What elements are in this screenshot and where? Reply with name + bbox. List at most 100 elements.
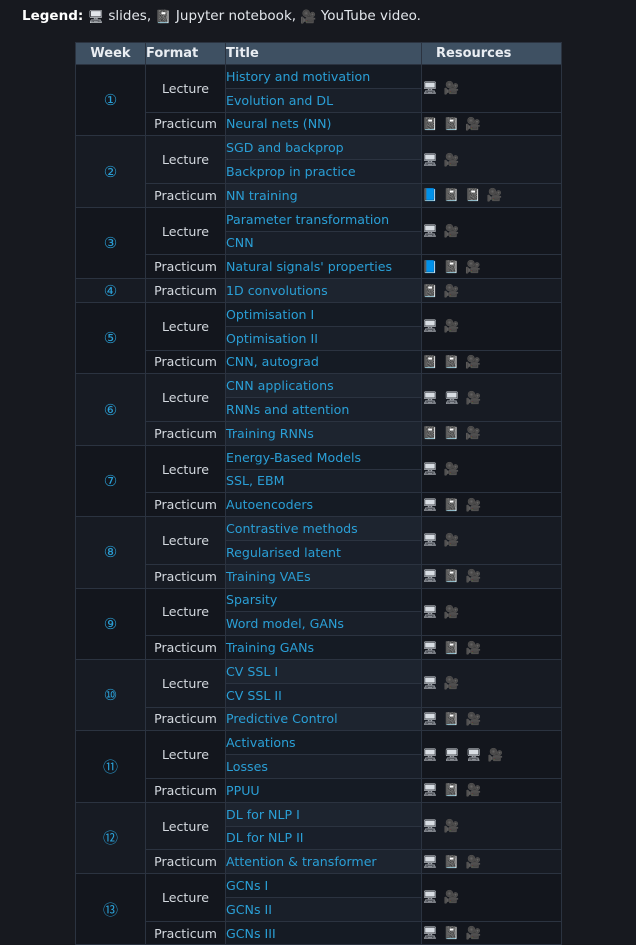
youtube-video-icon[interactable]: 🎥 <box>465 116 481 132</box>
title-link[interactable]: CV SSL I <box>226 664 278 679</box>
title-link[interactable]: GCNs III <box>226 926 276 941</box>
jupyter-notebook-icon[interactable]: 📓 <box>422 283 438 299</box>
jupyter-notebook-icon[interactable]: 📓 <box>444 640 460 656</box>
jupyter-notebook-icon[interactable]: 📓 <box>444 782 460 798</box>
jupyter-notebook-icon[interactable]: 📓 <box>422 116 438 132</box>
title-cell[interactable]: Optimisation II <box>225 325 422 351</box>
title-cell[interactable]: CV SSL II <box>225 682 422 708</box>
slides-icon[interactable]: 🖥 <box>422 711 438 727</box>
youtube-video-icon[interactable]: 🎥 <box>465 925 481 941</box>
title-cell[interactable]: Predictive Control <box>225 706 422 732</box>
youtube-video-icon[interactable]: 🎥 <box>444 889 460 905</box>
title-cell[interactable]: History and motivation <box>225 64 422 89</box>
title-cell[interactable]: Activations <box>225 730 422 756</box>
youtube-video-icon[interactable]: 🎥 <box>444 318 460 334</box>
slides-icon[interactable]: 🖥 <box>422 889 438 905</box>
title-link[interactable]: Backprop in practice <box>226 164 356 179</box>
slides-icon[interactable]: 🖥 <box>422 675 438 691</box>
jupyter-notebook-icon[interactable]: 📓 <box>444 116 460 132</box>
slides-icon[interactable]: 🖥 <box>422 818 438 834</box>
youtube-video-icon[interactable]: 🎥 <box>444 461 460 477</box>
title-cell[interactable]: Contrastive methods <box>225 516 422 541</box>
title-link[interactable]: Losses <box>226 759 268 774</box>
youtube-video-icon[interactable]: 🎥 <box>465 640 481 656</box>
jupyter-notebook-icon[interactable]: 📓 <box>422 354 438 370</box>
jupyter-notebook-icon[interactable]: 📓 <box>444 854 460 870</box>
title-link[interactable]: Training RNNs <box>226 426 314 441</box>
title-link[interactable]: History and motivation <box>226 69 370 84</box>
title-link[interactable]: Attention & transformer <box>226 854 377 869</box>
title-link[interactable]: CNN applications <box>226 378 334 393</box>
title-link[interactable]: Sparsity <box>226 592 277 607</box>
title-link[interactable]: Contrastive methods <box>226 521 358 536</box>
youtube-video-icon[interactable]: 🎥 <box>465 354 481 370</box>
jupyter-notebook-icon[interactable]: 📓 <box>465 187 481 203</box>
slides-icon[interactable]: 🖥 <box>422 318 438 334</box>
jupyter-notebook-icon[interactable]: 📘 <box>422 259 438 275</box>
title-cell[interactable]: Attention & transformer <box>225 849 422 875</box>
jupyter-notebook-icon[interactable]: 📘 <box>422 187 438 203</box>
jupyter-notebook-icon[interactable]: 📓 <box>444 497 460 513</box>
title-cell[interactable]: NN training <box>225 182 422 208</box>
youtube-video-icon[interactable]: 🎥 <box>465 568 481 584</box>
title-cell[interactable]: Regularised latent <box>225 539 422 565</box>
youtube-video-icon[interactable]: 🎥 <box>465 854 481 870</box>
title-cell[interactable]: Neural nets (NN) <box>225 111 422 137</box>
jupyter-notebook-icon[interactable]: 📓 <box>444 425 460 441</box>
youtube-video-icon[interactable]: 🎥 <box>444 532 460 548</box>
title-link[interactable]: CV SSL II <box>226 688 282 703</box>
youtube-video-icon[interactable]: 🎥 <box>466 390 482 406</box>
title-link[interactable]: Predictive Control <box>226 711 338 726</box>
youtube-video-icon[interactable]: 🎥 <box>444 818 460 834</box>
title-link[interactable]: Word model, GANs <box>226 616 344 631</box>
title-cell[interactable]: CNN <box>225 230 422 256</box>
title-link[interactable]: Parameter transformation <box>226 212 389 227</box>
youtube-video-icon[interactable]: 🎥 <box>487 187 503 203</box>
youtube-video-icon[interactable]: 🎥 <box>465 782 481 798</box>
title-cell[interactable]: GCNs I <box>225 873 422 898</box>
jupyter-notebook-icon[interactable]: 📓 <box>444 568 460 584</box>
title-link[interactable]: NN training <box>226 188 298 203</box>
title-cell[interactable]: CV SSL I <box>225 658 422 684</box>
youtube-video-icon[interactable]: 🎥 <box>444 283 460 299</box>
title-link[interactable]: Neural nets (NN) <box>226 116 331 131</box>
title-link[interactable]: Regularised latent <box>226 545 341 560</box>
title-cell[interactable]: SSL, EBM <box>225 468 422 494</box>
title-link[interactable]: CNN, autograd <box>226 354 319 369</box>
title-cell[interactable]: Losses <box>225 754 422 779</box>
jupyter-notebook-icon[interactable]: 📓 <box>444 354 460 370</box>
youtube-video-icon[interactable]: 🎥 <box>465 497 481 513</box>
title-link[interactable]: GCNs II <box>226 902 272 917</box>
title-cell[interactable]: SGD and backprop <box>225 135 422 161</box>
slides-icon[interactable]: 🖥 <box>422 854 438 870</box>
title-link[interactable]: RNNs and attention <box>226 402 349 417</box>
title-link[interactable]: Training VAEs <box>226 569 311 584</box>
slides-icon[interactable]: 🖥 <box>444 747 460 763</box>
jupyter-notebook-icon[interactable]: 📓 <box>444 259 460 275</box>
youtube-video-icon[interactable]: 🎥 <box>488 747 504 763</box>
title-cell[interactable]: Backprop in practice <box>225 159 422 184</box>
slides-icon[interactable]: 🖥 <box>422 532 438 548</box>
slides-icon[interactable]: 🖥 <box>422 568 438 584</box>
title-link[interactable]: Natural signals' properties <box>226 259 392 274</box>
slides-icon[interactable]: 🖥 <box>444 390 460 406</box>
title-link[interactable]: SSL, EBM <box>226 473 284 488</box>
title-link[interactable]: CNN <box>226 235 254 250</box>
title-cell[interactable]: RNNs and attention <box>225 397 422 422</box>
title-cell[interactable]: Parameter transformation <box>225 206 422 232</box>
youtube-video-icon[interactable]: 🎥 <box>465 711 481 727</box>
title-link[interactable]: Optimisation II <box>226 331 318 346</box>
jupyter-notebook-icon[interactable]: 📓 <box>444 711 460 727</box>
title-link[interactable]: SGD and backprop <box>226 140 344 155</box>
title-link[interactable]: Energy-Based Models <box>226 450 361 465</box>
youtube-video-icon[interactable]: 🎥 <box>465 259 481 275</box>
title-link[interactable]: DL for NLP I <box>226 807 300 822</box>
slides-icon[interactable]: 🖥 <box>422 604 438 620</box>
youtube-video-icon[interactable]: 🎥 <box>444 80 460 96</box>
youtube-video-icon[interactable]: 🎥 <box>444 604 460 620</box>
slides-icon[interactable]: 🖥 <box>422 461 438 477</box>
slides-icon[interactable]: 🖥 <box>422 747 438 763</box>
title-cell[interactable]: Sparsity <box>225 587 422 613</box>
title-cell[interactable]: Optimisation I <box>225 301 422 327</box>
title-cell[interactable]: Energy-Based Models <box>225 444 422 470</box>
